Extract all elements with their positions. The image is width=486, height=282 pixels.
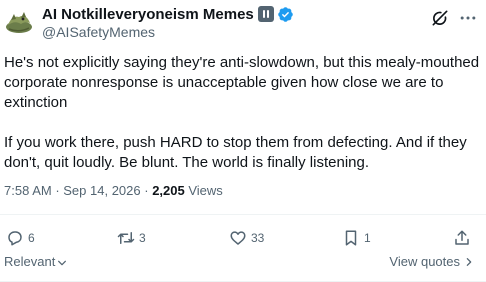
repost-count: 3: [139, 231, 146, 245]
post-text-paragraph-1: He's not explicitly saying they're anti-…: [4, 54, 480, 111]
like-button[interactable]: 33: [229, 226, 264, 250]
bookmark-icon: [345, 230, 357, 246]
verified-badge-icon[interactable]: [277, 6, 294, 23]
reply-button[interactable]: 6: [6, 226, 35, 250]
post-footer: Relevant View quotes: [0, 254, 486, 272]
view-quotes-label: View quotes: [389, 254, 460, 269]
post-date[interactable]: Sep 14, 2026: [63, 183, 140, 198]
heart-icon: [230, 231, 246, 245]
avatar[interactable]: [3, 5, 35, 37]
repost-icon: [117, 232, 135, 244]
sort-replies-dropdown[interactable]: Relevant: [4, 254, 67, 269]
author-name-row: AI Notkilleveryoneism Memes: [42, 5, 294, 23]
view-quotes-link[interactable]: View quotes: [389, 254, 474, 269]
chevron-down-icon: [58, 260, 67, 265]
post-text-paragraph-2: If you work there, push HARD to stop the…: [4, 134, 467, 171]
post-header: AI Notkilleveryoneism Memes @AISafetyMem…: [0, 0, 486, 46]
share-button[interactable]: [453, 226, 471, 250]
reply-icon: [8, 231, 22, 246]
avatar-image: [6, 12, 32, 33]
post-metadata: 7:58 AM · Sep 14, 2026 · 2,205 Views: [4, 183, 223, 198]
more-options-icon[interactable]: [458, 8, 478, 28]
author-display-name[interactable]: AI Notkilleveryoneism Memes: [42, 6, 254, 23]
reply-count: 6: [28, 231, 35, 245]
share-icon: [455, 230, 469, 245]
sort-label: Relevant: [4, 254, 56, 269]
bookmark-button[interactable]: 1: [342, 226, 371, 250]
bookmark-count: 1: [364, 231, 371, 245]
like-count: 33: [251, 231, 265, 245]
author-handle[interactable]: @AISafetyMemes: [42, 24, 155, 40]
action-bar: 6 3 33 1: [0, 226, 486, 250]
views-count: 2,205: [152, 183, 185, 198]
grok-icon[interactable]: [430, 8, 450, 28]
repost-button[interactable]: 3: [117, 226, 146, 250]
chevron-right-icon: [466, 257, 472, 266]
pause-icon: [257, 6, 274, 22]
divider: [0, 214, 486, 215]
meta-separator: ·: [51, 183, 64, 198]
post-time[interactable]: 7:58 AM: [4, 183, 52, 198]
meta-separator: ·: [140, 183, 153, 198]
views-label: Views: [188, 183, 223, 198]
